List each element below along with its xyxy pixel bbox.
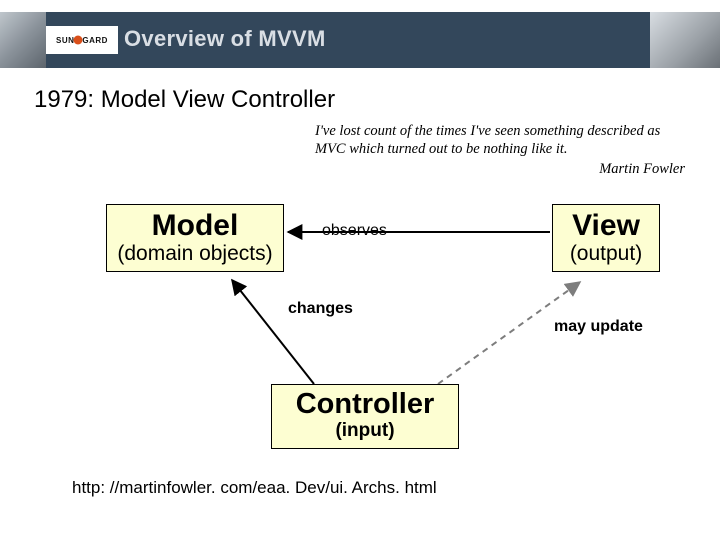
section-heading: 1979: Model View Controller xyxy=(34,86,335,114)
logo-plate: SUNGARD xyxy=(46,26,118,54)
node-controller-sub: (input) xyxy=(278,421,452,442)
node-model-title: Model xyxy=(113,209,277,242)
edge-label-observes: observes xyxy=(322,222,387,240)
node-view-sub: (output) xyxy=(559,242,653,265)
edge-label-changes: changes xyxy=(288,300,353,318)
edge-label-may-update: may update xyxy=(554,318,643,336)
slide-title: Overview of MVVM xyxy=(124,26,326,52)
node-controller: Controller (input) xyxy=(271,384,459,449)
header-photo-right xyxy=(650,12,720,68)
quote-body: I've lost count of the times I've seen s… xyxy=(315,122,685,158)
node-model: Model (domain objects) xyxy=(106,204,284,272)
logo-text: SUNGARD xyxy=(56,36,108,45)
slide: SUNGARD Overview of MVVM 1979: Model Vie… xyxy=(0,0,720,540)
footer-url: http: //martinfowler. com/eaa. Dev/ui. A… xyxy=(72,478,437,498)
node-controller-title: Controller xyxy=(278,389,452,421)
quote-attribution: Martin Fowler xyxy=(315,160,685,178)
header-photo-left xyxy=(0,12,46,68)
sun-icon xyxy=(75,37,81,43)
node-view-title: View xyxy=(559,209,653,242)
node-view: View (output) xyxy=(552,204,660,272)
node-model-sub: (domain objects) xyxy=(113,242,277,265)
header-bar: SUNGARD Overview of MVVM xyxy=(0,12,720,68)
pull-quote: I've lost count of the times I've seen s… xyxy=(315,122,685,178)
